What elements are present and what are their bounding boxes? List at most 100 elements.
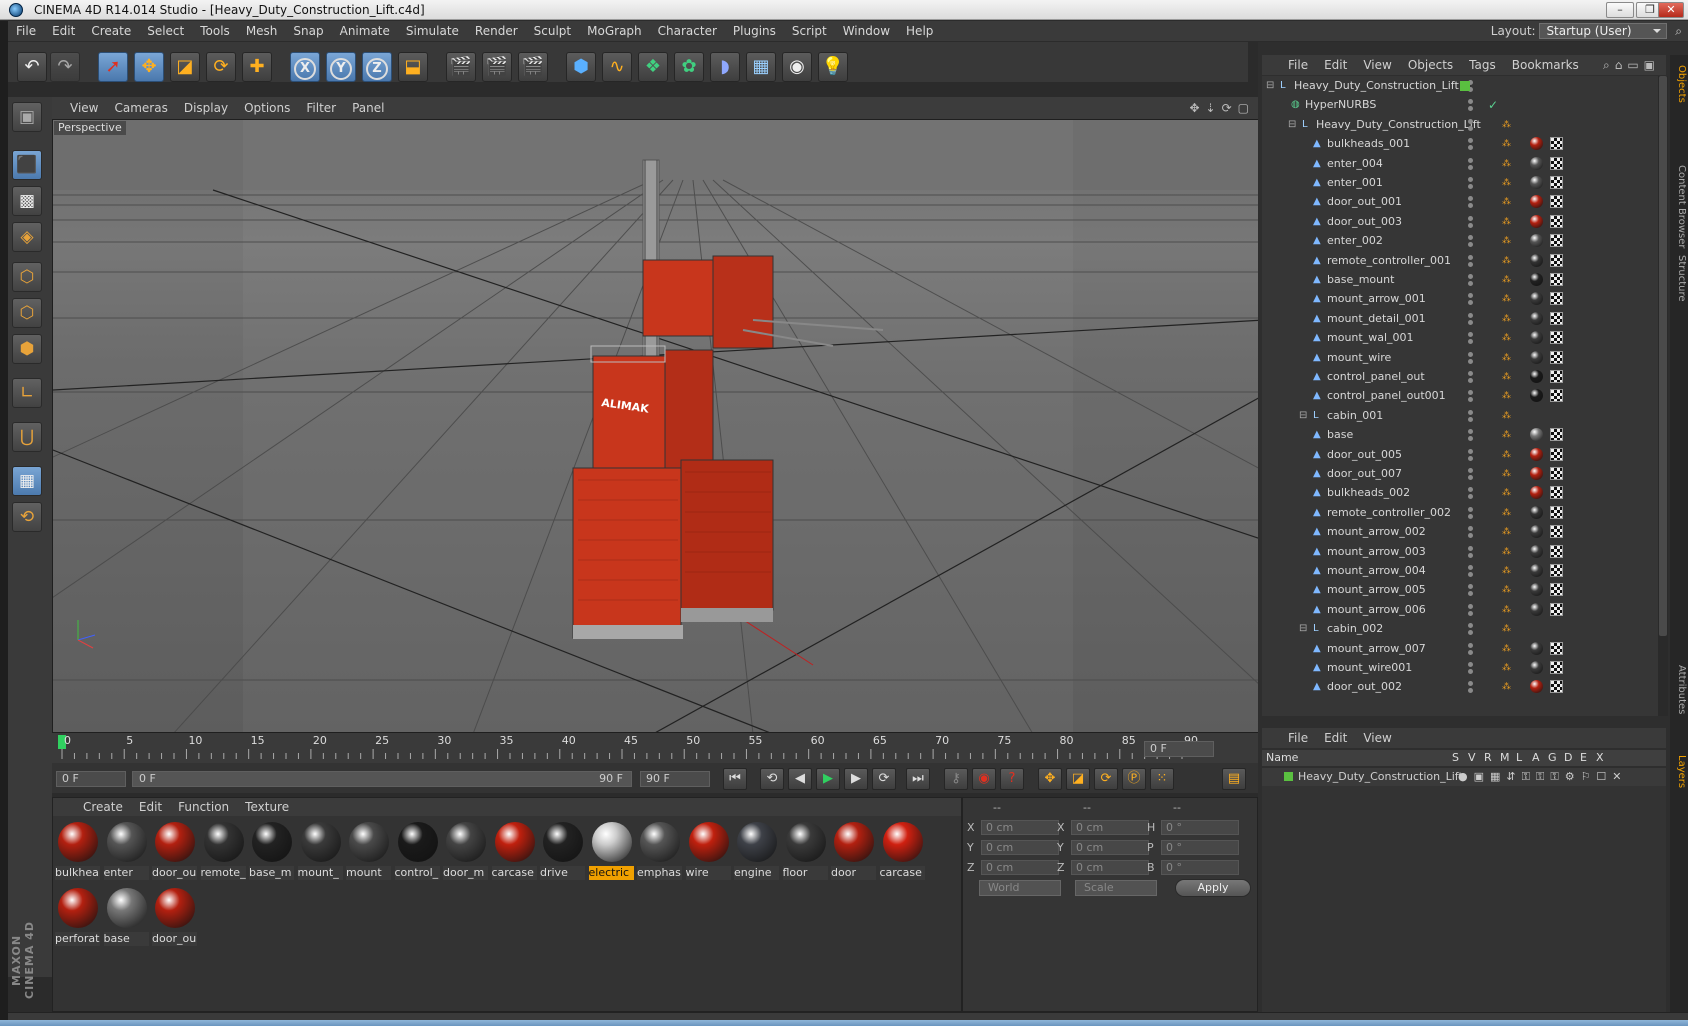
object-row[interactable]: ▲ mount_detail_001 ⁂ (1262, 309, 1658, 329)
menu-edit[interactable]: Edit (44, 21, 83, 41)
layer-column-header[interactable]: E (1580, 750, 1587, 766)
material-menu-create[interactable]: Create (75, 798, 131, 816)
expand-toggle-icon[interactable]: ⊟ (1266, 81, 1276, 91)
uvw-tag-icon[interactable] (1550, 311, 1563, 325)
uvw-tag-icon[interactable] (1550, 467, 1563, 480)
uvw-tag-icon[interactable] (1550, 564, 1563, 577)
uvw-tag-icon[interactable] (1550, 602, 1563, 616)
material-tag-icon[interactable] (1530, 661, 1543, 674)
uvw-tag-icon[interactable] (1550, 234, 1563, 248)
object-row[interactable]: ▲ mount_arrow_001 ⁂ (1262, 289, 1658, 309)
visibility-dots[interactable] (1468, 487, 1474, 500)
scale-tool-button[interactable]: ◪ (170, 52, 200, 82)
layer-column-header[interactable]: D (1564, 750, 1572, 766)
layer-color-tag[interactable] (1460, 81, 1470, 91)
uvw-tag-icon[interactable] (1550, 195, 1563, 209)
phong-tag-icon[interactable]: ⁂ (1502, 273, 1516, 287)
phong-tag-icon[interactable]: ⁂ (1502, 661, 1516, 675)
object-row[interactable]: ◍ HyperNURBS ✓ (1262, 95, 1658, 115)
material-tag-icon[interactable] (1530, 156, 1543, 170)
add-nurbs-button[interactable]: ❖ (638, 52, 668, 82)
object-row[interactable]: ▲ door_out_002 ⁂ (1262, 677, 1658, 697)
object-row[interactable]: ▲ mount_wire ⁂ (1262, 348, 1658, 368)
object-list-scrollbar[interactable] (1658, 76, 1668, 716)
visibility-dots[interactable] (1468, 623, 1474, 636)
search-icon[interactable]: ⌕ (1675, 21, 1682, 41)
key-pla-button[interactable]: ⁙ (1150, 768, 1174, 790)
go-to-end-button[interactable]: ⏭ (906, 768, 930, 790)
object-row[interactable]: ▲ enter_002 ⁂ (1262, 231, 1658, 251)
object-row[interactable]: ▲ mount_arrow_004 ⁂ (1262, 561, 1658, 581)
material-swatch[interactable]: door (831, 820, 876, 882)
edges-mode-button[interactable]: ⬡ (12, 298, 42, 328)
object-row[interactable]: ⊟ L Heavy_Duty_Construction_Lift (1262, 76, 1658, 96)
add-light-button[interactable]: 💡 (818, 52, 848, 82)
material-tag-icon[interactable] (1530, 486, 1543, 500)
menu-mograph[interactable]: MoGraph (579, 21, 650, 41)
menu-animate[interactable]: Animate (332, 21, 398, 41)
add-array-button[interactable]: ✿ (674, 52, 704, 82)
phong-tag-icon[interactable]: ⁂ (1502, 506, 1516, 520)
material-swatch[interactable]: perforat (55, 886, 100, 948)
visibility-dots[interactable] (1468, 196, 1474, 209)
phong-tag-icon[interactable]: ⁂ (1502, 525, 1516, 539)
material-swatch[interactable]: base (103, 886, 149, 948)
phong-tag-icon[interactable]: ⁂ (1502, 292, 1516, 306)
material-swatch[interactable]: drive (540, 820, 585, 882)
objects-menu-bookmarks[interactable]: Bookmarks (1504, 55, 1587, 75)
texture-mode-button[interactable]: ▩ (12, 186, 42, 216)
object-row[interactable]: ▲ mount_arrow_005 ⁂ (1262, 580, 1658, 600)
uvw-tag-icon[interactable] (1550, 176, 1563, 189)
uvw-tag-icon[interactable] (1550, 253, 1563, 267)
material-tag-icon[interactable] (1530, 389, 1543, 403)
material-tag-icon[interactable] (1530, 253, 1543, 267)
menu-snap[interactable]: Snap (285, 21, 331, 41)
phong-tag-icon[interactable]: ⁂ (1502, 254, 1516, 268)
phong-tag-icon[interactable]: ⁂ (1502, 428, 1516, 442)
visibility-dots[interactable] (1468, 526, 1474, 539)
uvw-tag-icon[interactable] (1550, 428, 1563, 442)
uvw-tag-icon[interactable] (1550, 680, 1563, 694)
material-tag-icon[interactable] (1530, 214, 1543, 228)
phong-tag-icon[interactable]: ⁂ (1502, 467, 1516, 481)
object-row[interactable]: ▲ mount_arrow_003 ⁂ (1262, 542, 1658, 562)
uvw-tag-icon[interactable] (1550, 350, 1563, 364)
material-tag-icon[interactable] (1530, 428, 1543, 442)
workplane-mode-button[interactable]: ◈ (12, 222, 42, 252)
coord-value-field[interactable]: 0 cm (1071, 860, 1149, 875)
live-selection-tool-button[interactable]: ➚ (98, 52, 128, 82)
object-row[interactable]: ▲ control_panel_out ⁂ (1262, 367, 1658, 387)
layer-row[interactable]: Heavy_Duty_Construction_Lift ●▣▦⇵⚿⚿⚿⚙⚐☐✕ (1262, 768, 1666, 786)
material-tag-icon[interactable] (1530, 195, 1543, 209)
object-row[interactable]: ▲ base ⁂ (1262, 425, 1658, 445)
scrollbar-thumb[interactable] (1659, 76, 1667, 636)
phong-tag-icon[interactable]: ⁂ (1502, 118, 1516, 132)
visibility-dots[interactable] (1468, 177, 1474, 189)
object-row[interactable]: ▲ door_out_005 ⁂ (1262, 445, 1658, 465)
side-tab-layers[interactable]: Layers (1671, 755, 1687, 788)
material-swatch[interactable]: mount_ (297, 820, 343, 882)
object-row[interactable]: ▲ enter_001 ⁂ (1262, 173, 1658, 193)
timeline-ruler[interactable]: 051015202530354045505560657075808590 0 F (52, 733, 1263, 763)
uvw-tag-icon[interactable] (1550, 486, 1563, 500)
preview-range-slider[interactable]: 0 F 90 F (132, 771, 632, 787)
visibility-dots[interactable] (1468, 118, 1474, 131)
material-swatch[interactable]: emphas (637, 820, 682, 882)
objects-menu-edit[interactable]: Edit (1316, 55, 1355, 75)
add-deformer-button[interactable]: ◗ (710, 52, 740, 82)
object-row[interactable]: ▲ enter_004 ⁂ (1262, 154, 1658, 174)
x-axis-lock-button[interactable]: X (290, 52, 320, 82)
model-mode-button[interactable]: ⬛ (12, 150, 42, 180)
object-row[interactable]: ▲ mount_arrow_007 ⁂ (1262, 639, 1658, 659)
autokey-button[interactable]: ◉ (972, 768, 996, 790)
material-menu-edit[interactable]: Edit (131, 798, 170, 816)
object-row[interactable]: ▲ door_out_007 ⁂ (1262, 464, 1658, 484)
visibility-dots[interactable] (1468, 332, 1474, 345)
material-swatch[interactable]: remote_ (200, 820, 246, 882)
visibility-dots[interactable] (1468, 157, 1474, 170)
end-frame-field[interactable]: 90 F (640, 771, 710, 787)
material-tag-icon[interactable] (1530, 311, 1543, 325)
material-swatch[interactable]: base_m (249, 820, 294, 882)
add-cube-button[interactable]: ⬢ (566, 52, 596, 82)
uvw-tag-icon[interactable] (1550, 137, 1563, 151)
